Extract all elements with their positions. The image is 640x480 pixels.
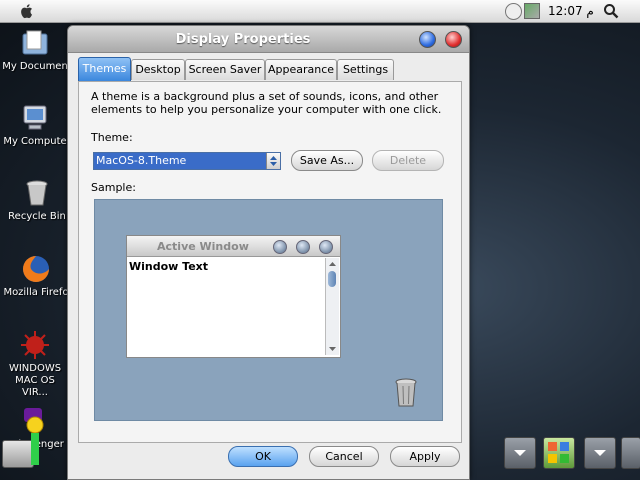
window-titlebar[interactable]: Display Properties [68, 26, 469, 53]
yahoo-messenger-icon [24, 408, 44, 434]
sample-active-window: Active Window Window Text [126, 235, 341, 358]
virus-icon [21, 331, 49, 359]
sample-scrollbar [325, 258, 339, 355]
cancel-button[interactable]: Cancel [309, 446, 379, 467]
desktop-icon-my-computer[interactable]: My Compute [1, 103, 69, 148]
chevron-down-icon [594, 450, 606, 456]
desktop-icon-label: Recycle Bin [8, 211, 66, 222]
drive-indicator [31, 433, 39, 465]
recycle-bin-icon [26, 180, 48, 206]
dock-item-drive[interactable] [2, 433, 39, 468]
desktop-icon-virus[interactable]: WINDOWS MAC OS VIR... [1, 330, 69, 399]
chevron-down-icon [514, 450, 526, 456]
sample-window-titlebar: Active Window [127, 236, 340, 257]
apple-icon[interactable] [18, 2, 36, 20]
chevron-updown-icon[interactable] [266, 153, 280, 169]
sample-scroll-thumb [328, 271, 336, 287]
window-title: Display Properties [175, 32, 311, 47]
network-icon[interactable] [524, 3, 540, 19]
apps-icon [548, 442, 569, 463]
desktop-icon-my-documents[interactable]: My Documen [1, 28, 69, 73]
scroll-down-icon [329, 347, 336, 351]
sample-zoom-icon [296, 240, 310, 254]
desktop-icon-recycle-bin[interactable]: Recycle Bin [3, 178, 71, 223]
dock-item-edge[interactable] [621, 437, 640, 469]
help-button[interactable] [419, 31, 436, 48]
tab-screen-saver[interactable]: Screen Saver [185, 59, 265, 80]
dock-item[interactable] [584, 437, 616, 469]
desktop-icon-label: My Compute [3, 136, 67, 147]
desktop-icon-firefox[interactable]: Mozilla Firefo [2, 254, 70, 299]
desktop-icon-label: WINDOWS MAC OS VIR... [8, 363, 62, 398]
sample-label: Sample: [91, 181, 136, 194]
delete-button[interactable]: Delete [372, 150, 444, 171]
top-menu-bar: 12:07 م [0, 0, 640, 23]
scroll-up-icon [329, 262, 336, 266]
save-as-button[interactable]: Save As... [291, 150, 363, 171]
documents-folder-icon [22, 30, 48, 55]
sample-window-text: Window Text [129, 260, 209, 273]
sample-window-title: Active Window [157, 240, 249, 253]
clock[interactable]: 12:07 م [548, 4, 594, 18]
tab-themes[interactable]: Themes [78, 57, 131, 81]
close-button[interactable] [445, 31, 462, 48]
theme-select[interactable]: MacOS-8.Theme [93, 152, 281, 170]
dock-item[interactable] [504, 437, 536, 469]
display-properties-window: Display Properties Themes Desktop Screen… [67, 25, 470, 480]
dock-item-apps[interactable] [543, 437, 575, 469]
firefox-icon [23, 256, 49, 282]
theme-description: A theme is a background plus a set of so… [91, 90, 442, 116]
desktop-icon-label: Mozilla Firefo [3, 287, 69, 298]
ok-button[interactable]: OK [228, 446, 298, 467]
tab-settings[interactable]: Settings [337, 59, 394, 80]
themes-panel: A theme is a background plus a set of so… [78, 81, 462, 443]
sample-close-icon [319, 240, 333, 254]
sample-minimize-icon [273, 240, 287, 254]
tab-appearance[interactable]: Appearance [265, 59, 337, 80]
theme-select-value: MacOS-8.Theme [96, 154, 187, 167]
theme-label: Theme: [91, 131, 133, 144]
desktop-icon-label: My Documen [2, 61, 68, 72]
computer-icon [23, 105, 47, 130]
tab-desktop[interactable]: Desktop [131, 59, 185, 80]
smiley-icon[interactable] [505, 3, 522, 20]
apply-button[interactable]: Apply [390, 446, 460, 467]
trash-icon [395, 378, 417, 407]
theme-sample-preview: Active Window Window Text [94, 199, 443, 421]
search-icon[interactable] [603, 3, 619, 19]
